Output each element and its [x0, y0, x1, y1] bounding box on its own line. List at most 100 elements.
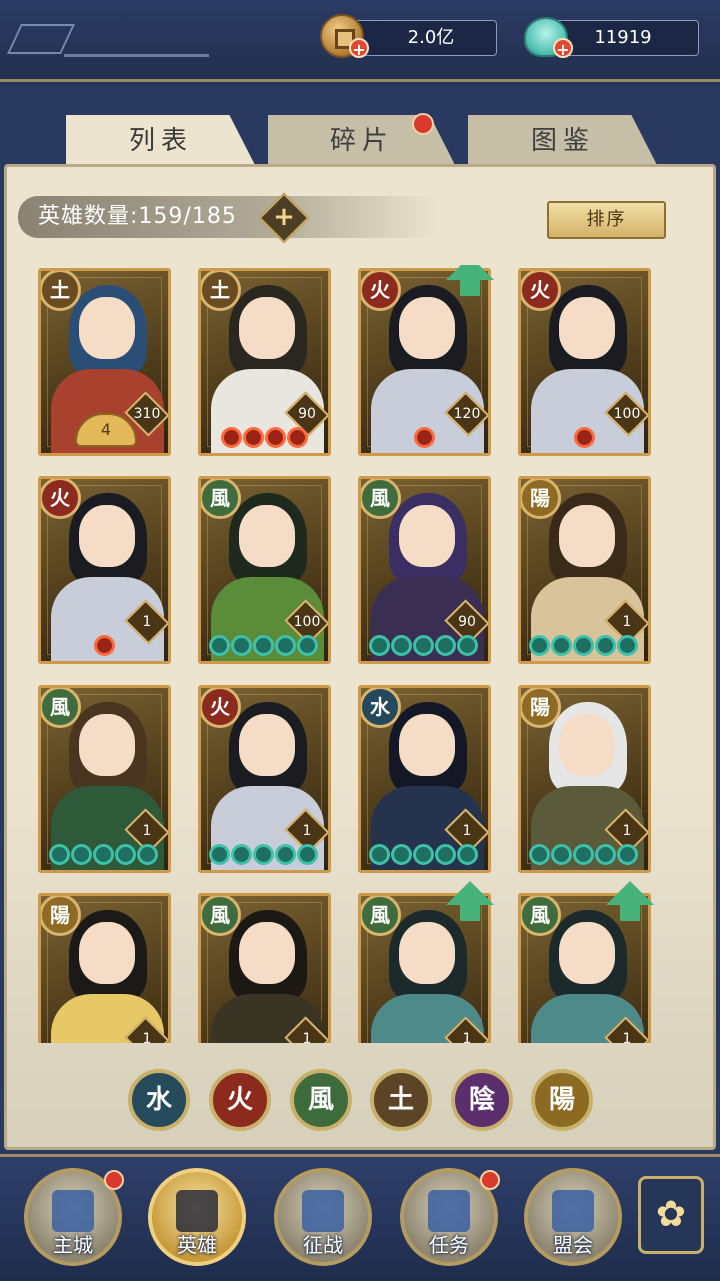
shell-counter[interactable]: 11919: [553, 20, 699, 56]
filter-yang[interactable]: 陽: [531, 1069, 593, 1131]
filter-fire[interactable]: 火: [209, 1069, 271, 1131]
element-badge-yang: 陽: [521, 479, 561, 519]
hero-portrait-face: [239, 505, 295, 567]
star-icon: [529, 635, 550, 656]
star-icon: [71, 844, 92, 865]
hero-portrait-face: [239, 922, 295, 984]
hero-count-text: 英雄数量:159/185: [38, 196, 237, 238]
nav-item-4[interactable]: 盟会: [524, 1168, 622, 1266]
hero-level: 310: [133, 406, 161, 422]
element-badge-fire: 火: [201, 688, 241, 728]
star-icon: [617, 635, 638, 656]
hero-grid: 土 4 310 土 90 火 120 火 100 火 1 風 100 風 90 陽 1 風 1 火 1 水 1 陽 1 陽 1 風 1 風…: [38, 265, 682, 1043]
star-icon: [573, 844, 594, 865]
star-row: [369, 844, 478, 866]
hero-level: 1: [622, 614, 632, 630]
hero-portrait-face: [239, 714, 295, 776]
star-icon: [297, 635, 318, 656]
hero-card[interactable]: 火 100: [518, 268, 651, 456]
element-badge-water: 水: [361, 688, 401, 728]
star-icon: [413, 844, 434, 865]
star-icon: [231, 844, 252, 865]
top-bar: 2.0亿 + 11919 +: [0, 0, 720, 82]
hero-portrait-face: [559, 297, 615, 359]
filter-earth[interactable]: 土: [370, 1069, 432, 1131]
star-icon: [551, 635, 572, 656]
hero-level: 1: [142, 1031, 152, 1043]
star-icon: [529, 844, 550, 865]
filter-wind[interactable]: 風: [290, 1069, 352, 1131]
star-row: [209, 844, 318, 866]
star-icon: [435, 635, 456, 656]
sort-button[interactable]: 排序: [547, 201, 666, 239]
star-icon: [253, 635, 274, 656]
hero-card[interactable]: 火1: [198, 685, 331, 873]
nav-item-2[interactable]: 征战: [274, 1168, 372, 1266]
hero-card[interactable]: 陽1: [518, 685, 651, 873]
hero-card[interactable]: 火 120: [358, 268, 491, 456]
notification-badge: [480, 1170, 500, 1190]
nav-icon: [52, 1190, 94, 1232]
nav-item-1[interactable]: 英雄: [148, 1168, 246, 1266]
decor-line: [64, 54, 209, 57]
hero-card[interactable]: 火1: [38, 476, 171, 664]
star-icon: [413, 635, 434, 656]
hero-portrait-face: [239, 297, 295, 359]
hero-level: 120: [453, 406, 481, 422]
hero-count-bar: 英雄数量:159/185: [18, 196, 438, 238]
hero-card[interactable]: 風 100: [198, 476, 331, 664]
coin-counter[interactable]: 2.0亿: [352, 20, 497, 56]
hero-portrait-face: [79, 714, 135, 776]
filter-yin[interactable]: 陰: [451, 1069, 513, 1131]
nav-label: 英雄: [177, 1233, 217, 1257]
hero-level: 90: [298, 406, 316, 422]
element-badge-wind: 風: [361, 479, 401, 519]
element-badge-yang: 陽: [41, 896, 81, 936]
element-badge-wind: 風: [41, 688, 81, 728]
element-badge-fire: 火: [521, 271, 561, 311]
element-badge-fire: 火: [361, 271, 401, 311]
hero-card[interactable]: 陽1: [518, 476, 651, 664]
tab-list[interactable]: 列表: [66, 115, 256, 167]
star-icon: [286, 427, 308, 448]
tab-codex[interactable]: 图鉴: [468, 115, 658, 167]
star-row: [413, 427, 435, 449]
nav-label: 盟会: [553, 1233, 593, 1257]
menu-button[interactable]: ✿: [638, 1176, 704, 1254]
hero-level: 1: [302, 1031, 312, 1043]
hero-card[interactable]: 水1: [358, 685, 491, 873]
star-icon: [264, 427, 286, 448]
element-badge-wind: 風: [361, 896, 401, 936]
hero-level: 1: [142, 823, 152, 839]
star-icon: [595, 844, 616, 865]
hero-portrait-face: [399, 297, 455, 359]
hero-level: 1: [462, 823, 472, 839]
filter-water[interactable]: 水: [128, 1069, 190, 1131]
hero-level: 1: [302, 823, 312, 839]
hero-portrait-face: [79, 505, 135, 567]
star-row: [369, 635, 478, 657]
cloud-emblem-icon: [7, 24, 75, 54]
hero-card[interactable]: 陽1: [38, 893, 171, 1043]
star-icon: [275, 844, 296, 865]
hero-card[interactable]: 風1: [198, 893, 331, 1043]
add-shells-button[interactable]: +: [553, 38, 573, 59]
nav-icon: [176, 1190, 218, 1232]
nav-icon: [428, 1190, 470, 1232]
add-coins-button[interactable]: +: [349, 38, 369, 59]
star-icon: [209, 844, 230, 865]
hero-portrait-face: [559, 714, 615, 776]
hero-card[interactable]: 風 90: [358, 476, 491, 664]
hero-portrait-face: [399, 505, 455, 567]
element-badge-earth: 土: [41, 271, 81, 311]
star-icon: [369, 844, 390, 865]
nav-label: 主城: [53, 1233, 93, 1257]
star-icon: [551, 844, 572, 865]
element-badge-wind: 風: [201, 479, 241, 519]
star-icon: [253, 844, 274, 865]
upgrade-arrow-icon: [446, 881, 494, 921]
hero-card[interactable]: 土 90: [198, 268, 331, 456]
hero-card[interactable]: 土 4 310: [38, 268, 171, 456]
hero-card[interactable]: 風1: [38, 685, 171, 873]
star-icon: [457, 635, 478, 656]
